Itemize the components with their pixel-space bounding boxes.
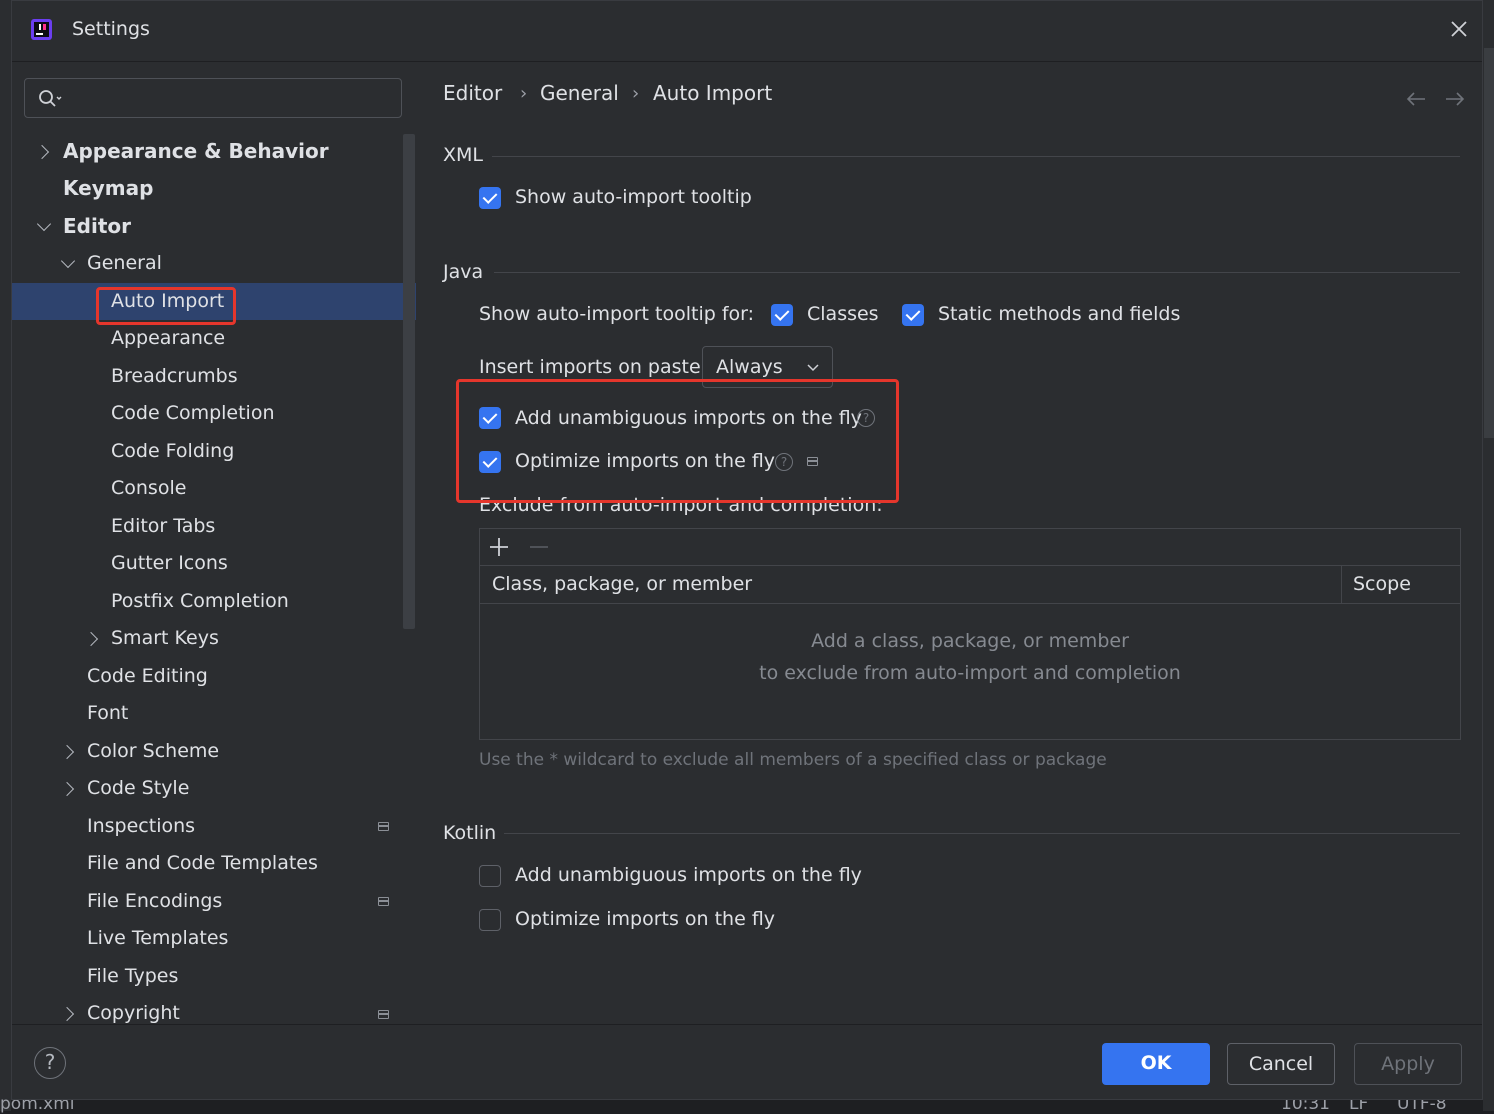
sidebar-item-appearance-behavior[interactable]: Appearance & Behavior xyxy=(63,133,329,170)
table-toolbar xyxy=(480,529,1460,566)
sidebar-item-live-templates[interactable]: Live Templates xyxy=(87,920,228,957)
sidebar-item-font[interactable]: Font xyxy=(87,695,128,732)
breadcrumb-general[interactable]: General xyxy=(540,81,619,105)
xml-show-tooltip-checkbox[interactable] xyxy=(479,187,501,209)
column-divider xyxy=(1341,565,1342,603)
kotlin-optimize-label[interactable]: Optimize imports on the fly xyxy=(515,908,775,930)
kotlin-add-unambiguous-label[interactable]: Add unambiguous imports on the fly xyxy=(515,864,862,886)
sidebar-item-postfix-completion[interactable]: Postfix Completion xyxy=(111,583,289,620)
title-bar: Settings xyxy=(12,1,1482,61)
wildcard-hint: Use the * wildcard to exclude all member… xyxy=(479,750,1107,770)
section-java: Java xyxy=(443,261,484,283)
sidebar-item-code-editing[interactable]: Code Editing xyxy=(87,658,208,695)
sidebar-item-smart-keys[interactable]: Smart Keys xyxy=(111,620,219,657)
intellij-logo-icon xyxy=(31,19,52,40)
sidebar-item-file-code-templates[interactable]: File and Code Templates xyxy=(87,845,318,882)
breadcrumb-separator: › xyxy=(520,83,528,104)
chevron-right-icon[interactable] xyxy=(34,144,50,160)
dialog-title: Settings xyxy=(72,18,150,40)
highlight-box-auto-import xyxy=(96,287,236,325)
xml-show-tooltip-label[interactable]: Show auto-import tooltip xyxy=(515,186,752,208)
sidebar-item-editor-tabs[interactable]: Editor Tabs xyxy=(111,508,215,545)
section-divider xyxy=(504,833,1460,834)
java-classes-checkbox[interactable] xyxy=(771,304,793,326)
sidebar-item-file-types[interactable]: File Types xyxy=(87,958,178,995)
sidebar-item-gutter-icons[interactable]: Gutter Icons xyxy=(111,545,228,582)
ide-left-strip xyxy=(0,0,11,1111)
chevron-down-icon xyxy=(807,364,819,372)
search-icon xyxy=(39,90,62,107)
insert-on-paste-value: Always xyxy=(716,356,783,378)
section-xml: XML xyxy=(443,144,483,166)
sidebar-item-inspections[interactable]: Inspections xyxy=(87,808,195,845)
kotlin-optimize-checkbox[interactable] xyxy=(479,909,501,931)
chevron-right-icon[interactable] xyxy=(59,744,75,760)
insert-on-paste-label: Insert imports on paste: xyxy=(479,356,708,378)
chevron-right-icon[interactable] xyxy=(59,1006,75,1022)
settings-search-input[interactable] xyxy=(24,78,402,118)
chevron-right-icon[interactable] xyxy=(59,781,75,797)
back-arrow-icon[interactable] xyxy=(1405,91,1427,107)
settings-dialog: Settings Appearance & Behavior Keymap Ed… xyxy=(11,0,1483,1100)
cancel-button[interactable]: Cancel xyxy=(1227,1043,1335,1085)
page-title: Auto Import xyxy=(653,81,773,105)
chevron-right-icon[interactable] xyxy=(83,631,99,647)
column-header-scope[interactable]: Scope xyxy=(1353,573,1411,595)
sidebar-item-keymap[interactable]: Keymap xyxy=(63,170,153,207)
chevron-down-icon[interactable] xyxy=(36,216,52,232)
ide-right-bar xyxy=(1484,48,1494,438)
exclude-table: Class, package, or member Scope Add a cl… xyxy=(479,528,1461,740)
section-divider xyxy=(492,156,1460,157)
forward-arrow-icon[interactable] xyxy=(1444,91,1466,107)
sidebar-item-file-encodings[interactable]: File Encodings xyxy=(87,883,222,920)
sidebar-item-general[interactable]: General xyxy=(87,245,162,282)
sidebar-item-breadcrumbs[interactable]: Breadcrumbs xyxy=(111,358,238,395)
java-static-members-label[interactable]: Static methods and fields xyxy=(938,303,1180,325)
sidebar-scrollbar[interactable] xyxy=(403,134,415,629)
sidebar-item-code-completion[interactable]: Code Completion xyxy=(111,395,275,432)
breadcrumb-editor[interactable]: Editor xyxy=(443,81,502,105)
sidebar-item-editor[interactable]: Editor xyxy=(63,208,131,245)
project-scope-icon xyxy=(378,897,389,906)
column-header-class[interactable]: Class, package, or member xyxy=(492,573,752,595)
sidebar-item-code-folding[interactable]: Code Folding xyxy=(111,433,234,470)
table-header: Class, package, or member Scope xyxy=(480,565,1460,604)
breadcrumb-separator: › xyxy=(632,83,640,104)
add-icon[interactable] xyxy=(489,537,509,557)
sidebar-item-appearance[interactable]: Appearance xyxy=(111,320,225,357)
apply-button[interactable]: Apply xyxy=(1354,1043,1462,1085)
java-classes-label[interactable]: Classes xyxy=(807,303,879,325)
remove-icon[interactable] xyxy=(529,537,549,557)
empty-table-line2: to exclude from auto-import and completi… xyxy=(759,662,1181,684)
title-divider xyxy=(12,61,1482,62)
tooltip-for-label: Show auto-import tooltip for: xyxy=(479,303,755,325)
close-icon[interactable] xyxy=(1448,18,1470,40)
java-static-members-checkbox[interactable] xyxy=(902,304,924,326)
sidebar-item-color-scheme[interactable]: Color Scheme xyxy=(87,733,219,770)
sidebar-item-console[interactable]: Console xyxy=(111,470,186,507)
project-scope-icon xyxy=(378,1010,389,1019)
ok-button[interactable]: OK xyxy=(1102,1043,1210,1085)
highlight-box-java-options xyxy=(456,379,899,503)
chevron-down-icon[interactable] xyxy=(60,253,76,269)
section-kotlin: Kotlin xyxy=(443,822,497,844)
project-scope-icon xyxy=(378,822,389,831)
sidebar-item-code-style[interactable]: Code Style xyxy=(87,770,189,807)
empty-table-line1: Add a class, package, or member xyxy=(811,630,1129,652)
help-button[interactable]: ? xyxy=(34,1047,66,1079)
sidebar-item-copyright[interactable]: Copyright xyxy=(87,995,180,1032)
section-divider xyxy=(494,272,1460,273)
footer-divider xyxy=(12,1024,1482,1025)
kotlin-add-unambiguous-checkbox[interactable] xyxy=(479,865,501,887)
